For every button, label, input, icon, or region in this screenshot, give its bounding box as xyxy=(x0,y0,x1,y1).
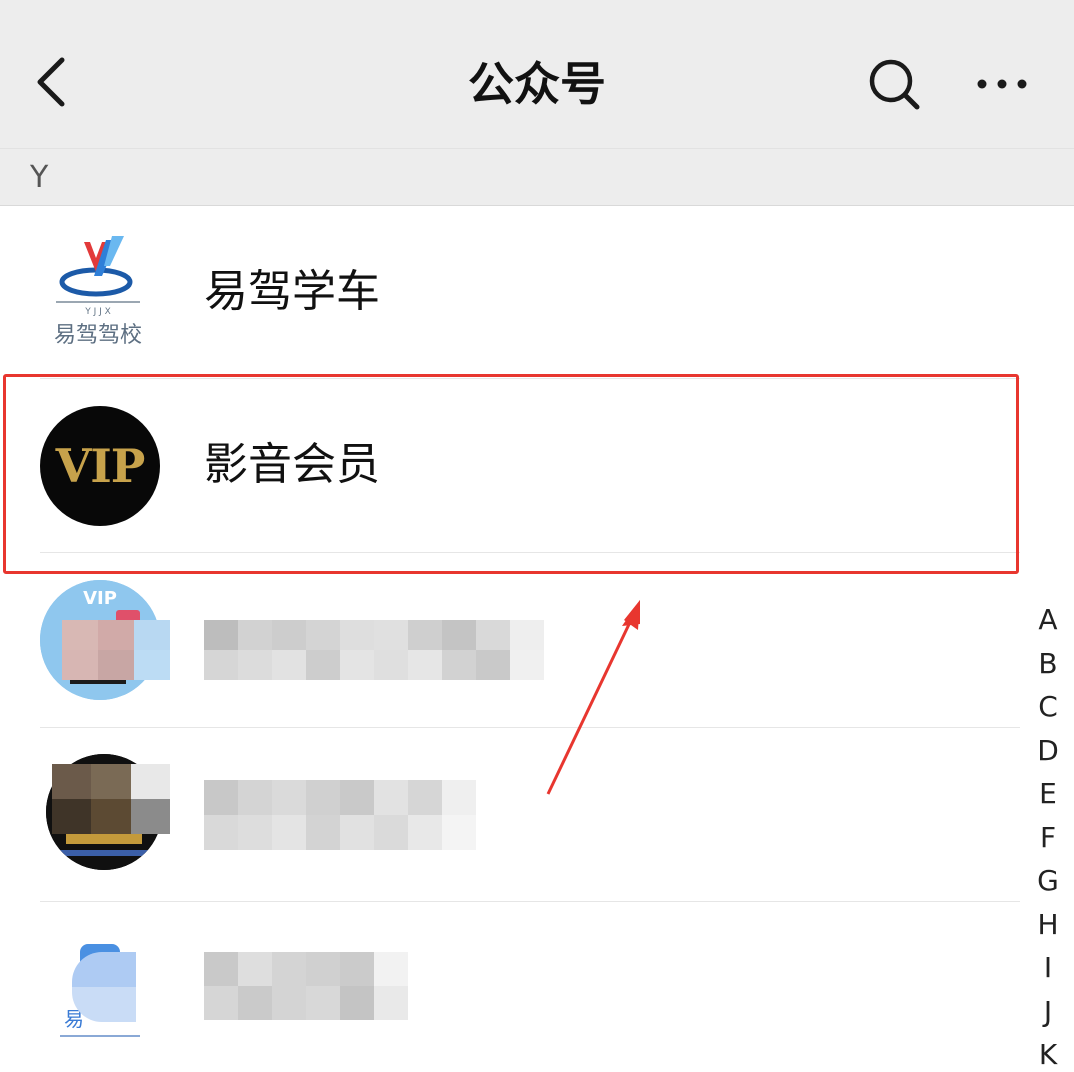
mosaic-blur xyxy=(204,620,544,680)
index-letter-f[interactable]: F xyxy=(1028,816,1068,860)
index-letter-i[interactable]: I xyxy=(1028,946,1068,990)
account-name: 易驾学车 xyxy=(204,266,380,317)
svg-text:Y J J X: Y J J X xyxy=(84,307,111,317)
index-letter-k[interactable]: K xyxy=(1028,1033,1068,1072)
index-letter-g[interactable]: G xyxy=(1028,859,1068,903)
index-letter-d[interactable]: D xyxy=(1028,729,1068,773)
section-header: Y xyxy=(0,148,1074,206)
more-button[interactable] xyxy=(972,64,1032,104)
avatar-label: VIP xyxy=(83,588,117,609)
highlight-box xyxy=(3,374,1019,574)
section-letter: Y xyxy=(30,160,49,195)
driving-school-logo-icon: Y J J X 易驾驾校 xyxy=(54,236,142,348)
mosaic-blur xyxy=(52,764,170,834)
avatar: Y J J X 易驾驾校 xyxy=(40,232,160,352)
arrow-annotation-icon xyxy=(546,600,640,795)
avatar-label: 易驾驾校 xyxy=(54,323,142,348)
index-letter-a[interactable]: A xyxy=(1028,598,1068,642)
alphabet-index[interactable]: A B C D E F G H I J K xyxy=(1028,598,1068,1072)
index-letter-b[interactable]: B xyxy=(1028,642,1068,686)
index-letter-c[interactable]: C xyxy=(1028,685,1068,729)
index-letter-e[interactable]: E xyxy=(1028,772,1068,816)
search-button[interactable] xyxy=(864,54,924,114)
index-letter-j[interactable]: J xyxy=(1028,990,1068,1034)
mosaic-blur xyxy=(72,952,136,1022)
search-icon xyxy=(869,59,920,110)
list-item-yijia[interactable]: Y J J X 易驾驾校 易驾学车 xyxy=(0,206,1020,379)
nav-header: 公众号 xyxy=(0,0,1074,148)
mosaic-blur xyxy=(204,952,408,1020)
mosaic-blur xyxy=(62,620,170,680)
mosaic-blur xyxy=(204,780,476,850)
official-accounts-page: 公众号 Y Y J J X 易驾驾校 易驾学车 影音会员 VIP VIP 易 A… xyxy=(0,0,1074,1072)
more-horizontal-icon xyxy=(977,79,1027,89)
index-letter-h[interactable]: H xyxy=(1028,903,1068,947)
